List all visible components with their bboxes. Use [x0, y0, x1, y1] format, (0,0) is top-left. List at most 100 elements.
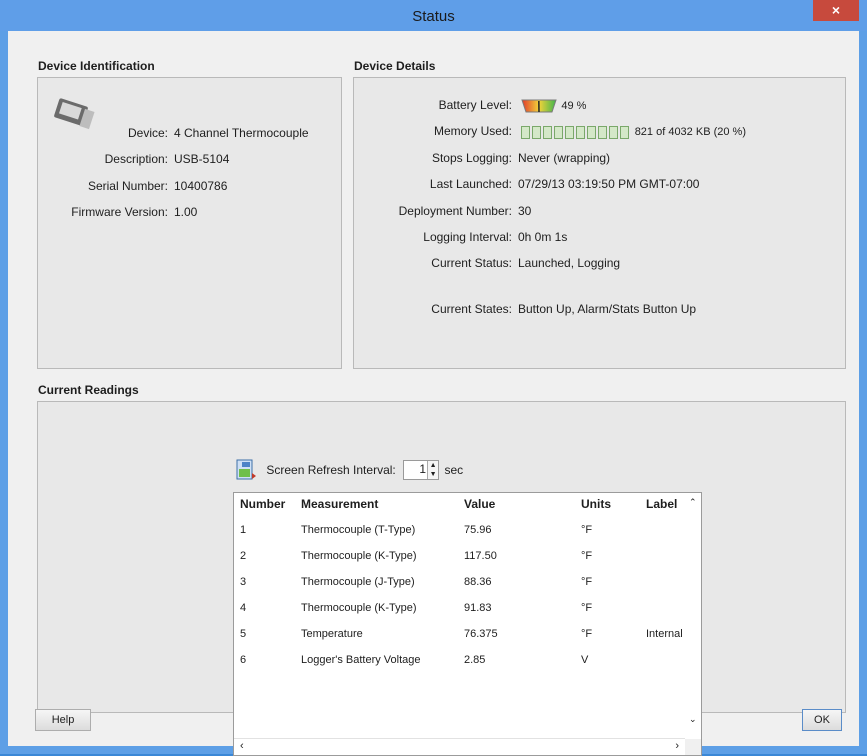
deployment-number-row: Deployment Number:30: [354, 204, 531, 218]
scroll-up-icon[interactable]: ⌃: [689, 497, 697, 508]
memory-segment: [532, 126, 541, 139]
close-button[interactable]: ×: [813, 0, 859, 21]
memory-segment: [598, 126, 607, 139]
device-value: 4 Channel Thermocouple: [174, 126, 309, 140]
spinner-arrows-icon[interactable]: ▲▼: [427, 461, 438, 479]
scroll-down-icon[interactable]: ⌄: [689, 714, 697, 725]
cell-measurement: Thermocouple (J-Type): [301, 576, 415, 588]
cell-value: 91.83: [464, 602, 492, 614]
table-header: Number Measurement Value Units Label: [234, 493, 701, 515]
description-value: USB-5104: [174, 152, 229, 166]
refresh-interval-unit: sec: [444, 463, 463, 477]
cell-units: V: [581, 654, 588, 666]
cell-number: 4: [240, 602, 246, 614]
table-row[interactable]: 6 Logger's Battery Voltage 2.85 V: [234, 654, 701, 680]
last-launched-label: Last Launched:: [354, 177, 512, 191]
battery-level-value: 49 %: [561, 100, 586, 112]
readings-table[interactable]: Number Measurement Value Units Label 1 T…: [233, 492, 702, 756]
current-states-label: Current States:: [354, 302, 512, 316]
last-launched-value: 07/29/13 03:19:50 PM GMT-07:00: [518, 177, 699, 191]
title-bar[interactable]: Status ×: [0, 0, 867, 31]
table-row[interactable]: 1 Thermocouple (T-Type) 75.96 °F: [234, 524, 701, 550]
cell-number: 3: [240, 576, 246, 588]
current-states-row: Current States: Button Up, Alarm/Stats Bu…: [354, 302, 696, 316]
memory-row: Memory Used: 821 of 4032 KB (20 %): [354, 124, 746, 139]
device-identification-panel: Device: 4 Channel Thermocouple Descriptio…: [37, 77, 342, 369]
description-label: Description:: [38, 152, 168, 166]
cell-units: °F: [581, 628, 592, 640]
refresh-interval-label: Screen Refresh Interval:: [266, 463, 395, 477]
refresh-interval-spinner[interactable]: 1 ▲▼: [403, 460, 439, 480]
cell-number: 1: [240, 524, 246, 536]
firmware-version-value: 1.00: [174, 205, 197, 219]
header-label[interactable]: Label: [646, 497, 677, 511]
serial-row: Serial Number: 10400786: [38, 179, 227, 193]
logging-interval-label: Logging Interval:: [354, 230, 512, 244]
window-title: Status: [0, 8, 867, 25]
table-row[interactable]: 2 Thermocouple (K-Type) 117.50 °F: [234, 550, 701, 576]
device-details-title: Device Details: [354, 59, 435, 73]
refresh-interval-control: Screen Refresh Interval: 1 ▲▼ sec: [235, 459, 463, 483]
cell-units: °F: [581, 524, 592, 536]
battery-gauge-icon: [521, 99, 557, 113]
memory-segment: [565, 126, 574, 139]
cell-number: 5: [240, 628, 246, 640]
refresh-interval-value[interactable]: 1: [404, 462, 426, 476]
cell-measurement: Logger's Battery Voltage: [301, 654, 421, 666]
cell-units: °F: [581, 576, 592, 588]
scroll-right-icon[interactable]: ›: [675, 740, 679, 752]
header-value[interactable]: Value: [464, 497, 495, 511]
header-number[interactable]: Number: [240, 497, 285, 511]
scroll-corner: [685, 739, 701, 755]
table-row[interactable]: 4 Thermocouple (K-Type) 91.83 °F: [234, 602, 701, 628]
logging-interval-value: 0h 0m 1s: [518, 230, 567, 244]
table-row[interactable]: 3 Thermocouple (J-Type) 88.36 °F: [234, 576, 701, 602]
serial-number-label: Serial Number:: [38, 179, 168, 193]
current-readings-panel: Screen Refresh Interval: 1 ▲▼ sec Number…: [37, 401, 846, 713]
status-window: Status × Device Identification Device: 4 …: [0, 0, 867, 754]
cell-number: 6: [240, 654, 246, 666]
table-row[interactable]: 5 Temperature 76.375 °F Internal: [234, 628, 701, 654]
scroll-left-icon[interactable]: ‹: [240, 740, 244, 752]
serial-number-value: 10400786: [174, 179, 227, 193]
current-status-label: Current Status:: [354, 256, 512, 270]
help-button[interactable]: Help: [35, 709, 91, 731]
device-identification-title: Device Identification: [38, 59, 155, 73]
memory-usage-bar: [521, 125, 631, 139]
header-measurement[interactable]: Measurement: [301, 497, 378, 511]
device-details-panel: Battery Level: 49 %: [353, 77, 846, 369]
memory-segment: [554, 126, 563, 139]
vertical-scrollbar[interactable]: ⌃ ⌄: [685, 493, 701, 729]
battery-row: Battery Level: 49 %: [354, 98, 586, 113]
cell-measurement: Temperature: [301, 628, 363, 640]
memory-segment: [521, 126, 530, 139]
last-launched-row: Last Launched: 07/29/13 03:19:50 PM GMT-0…: [354, 177, 699, 191]
memory-used-value: 821 of 4032 KB (20 %): [635, 126, 746, 138]
cell-value: 2.85: [464, 654, 485, 666]
device-label: Device:: [38, 126, 168, 140]
description-row: Description: USB-5104: [38, 152, 229, 166]
cell-measurement: Thermocouple (K-Type): [301, 550, 417, 562]
refresh-screen-icon: [235, 459, 257, 481]
ok-button[interactable]: OK: [802, 709, 842, 731]
dialog-body: Device Identification Device: 4 Channel T…: [8, 31, 859, 746]
cell-value: 76.375: [464, 628, 498, 640]
header-units[interactable]: Units: [581, 497, 611, 511]
memory-segment: [620, 126, 629, 139]
battery-level-label: Battery Level:: [354, 98, 512, 112]
cell-number: 2: [240, 550, 246, 562]
firmware-row: Firmware Version:1.00: [38, 205, 197, 219]
current-readings-title: Current Readings: [38, 383, 139, 397]
cell-measurement: Thermocouple (K-Type): [301, 602, 417, 614]
memory-segment: [587, 126, 596, 139]
current-status-row: Current Status:Launched, Logging: [354, 256, 620, 270]
cell-value: 75.96: [464, 524, 492, 536]
cell-measurement: Thermocouple (T-Type): [301, 524, 415, 536]
horizontal-scrollbar[interactable]: ‹ ›: [234, 738, 685, 755]
deployment-number-value: 30: [518, 204, 531, 218]
stops-logging-value: Never (wrapping): [518, 151, 610, 165]
cell-label: Internal: [646, 628, 683, 640]
cell-units: °F: [581, 550, 592, 562]
stops-logging-label: Stops Logging:: [354, 151, 512, 165]
current-states-value: Button Up, Alarm/Stats Button Up: [518, 302, 696, 316]
